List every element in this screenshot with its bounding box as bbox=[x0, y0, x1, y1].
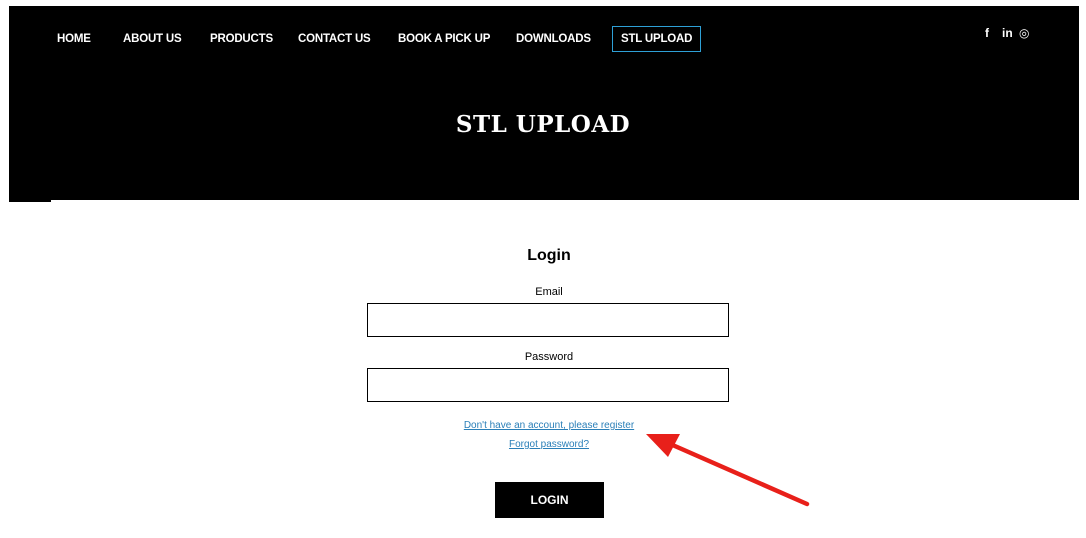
annotation-arrow bbox=[646, 434, 810, 507]
